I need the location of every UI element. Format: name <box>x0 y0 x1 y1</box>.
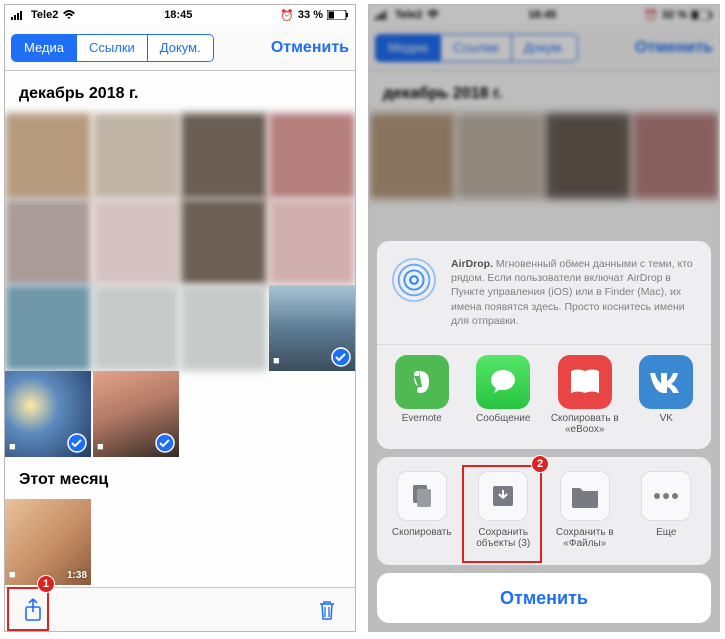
thumb-empty <box>269 371 355 457</box>
thumb[interactable] <box>5 285 91 371</box>
check-icon <box>67 433 87 453</box>
save-icon <box>478 471 528 521</box>
action-row: Скопировать Сохранить объекты (3) Сохран… <box>377 457 711 565</box>
annotation-badge-1: 1 <box>37 575 55 593</box>
signal-icon <box>11 10 27 20</box>
thumb[interactable] <box>181 113 267 199</box>
eboox-icon <box>558 355 612 409</box>
vk-icon <box>639 355 693 409</box>
share-vk[interactable]: VK <box>626 355 708 437</box>
more-icon <box>641 471 691 521</box>
share-evernote[interactable]: Evernote <box>381 355 463 437</box>
tab-links[interactable]: Ссылки <box>77 35 148 61</box>
airdrop-row[interactable]: AirDrop. Мгновенный обмен данными с теми… <box>377 241 711 344</box>
phone-right: Tele2 18:45 ⏰ 32 % Медиа Ссылки Докум. О… <box>368 4 720 632</box>
thumb[interactable] <box>5 113 91 199</box>
video-icon: ■ <box>9 569 16 581</box>
action-save-files[interactable]: Сохранить в «Файлы» <box>544 471 626 551</box>
nav-bar: Медиа Ссылки Докум. Отменить <box>5 25 355 71</box>
airdrop-icon <box>391 257 437 303</box>
share-block-apps: AirDrop. Мгновенный обмен данными с теми… <box>377 241 711 449</box>
cancel-button[interactable]: Отменить <box>259 39 349 57</box>
media-list: декабрь 2018 г. ■ <box>5 71 355 587</box>
check-icon <box>331 347 351 367</box>
video-duration: 1:38 <box>67 570 87 581</box>
thumb[interactable] <box>93 113 179 199</box>
thumb[interactable] <box>181 285 267 371</box>
action-copy[interactable]: Скопировать <box>381 471 463 551</box>
alarm-icon: ⏰ <box>280 9 294 22</box>
annotation-badge-2: 2 <box>531 455 549 473</box>
section-december: декабрь 2018 г. <box>5 71 355 113</box>
action-save-objects[interactable]: Сохранить объекты (3) <box>463 471 545 551</box>
segmented-control[interactable]: Медиа Ссылки Докум. <box>11 34 214 62</box>
thumb[interactable]: ■ <box>5 371 91 457</box>
thumb[interactable] <box>93 199 179 285</box>
share-block-actions: Скопировать Сохранить объекты (3) Сохран… <box>377 457 711 565</box>
video-icon: ■ <box>97 441 104 453</box>
status-bar: Tele2 18:45 ⏰ 33 % <box>5 5 355 25</box>
tab-media[interactable]: Медиа <box>12 35 77 61</box>
action-more[interactable]: Еще <box>626 471 708 551</box>
video-icon: ■ <box>273 355 280 367</box>
thumb[interactable] <box>269 199 355 285</box>
thumb[interactable]: ■ <box>269 285 355 371</box>
carrier-label: Tele2 <box>31 9 58 21</box>
thumb[interactable] <box>5 199 91 285</box>
battery-pct: 33 % <box>298 9 323 21</box>
wifi-icon <box>62 10 76 20</box>
battery-icon <box>327 10 349 20</box>
tab-documents[interactable]: Докум. <box>148 35 213 61</box>
evernote-icon <box>395 355 449 409</box>
thumb[interactable] <box>93 285 179 371</box>
trash-button[interactable] <box>315 598 339 622</box>
messages-icon <box>476 355 530 409</box>
folder-icon <box>560 471 610 521</box>
thumb[interactable]: ■ 1:38 <box>5 499 91 585</box>
status-time: 18:45 <box>164 9 192 21</box>
copy-icon <box>397 471 447 521</box>
toolbar <box>5 587 355 631</box>
thumb-empty <box>181 371 267 457</box>
airdrop-text: AirDrop. Мгновенный обмен данными с теми… <box>451 257 697 328</box>
share-eboox[interactable]: Скопировать в «eBoox» <box>544 355 626 437</box>
share-sheet: AirDrop. Мгновенный обмен данными с теми… <box>377 241 711 623</box>
share-button[interactable] <box>21 598 45 622</box>
thumb[interactable] <box>269 113 355 199</box>
thumb[interactable] <box>181 199 267 285</box>
thumb[interactable]: ■ <box>93 371 179 457</box>
phone-left: Tele2 18:45 ⏰ 33 % Медиа Ссылки Докум. О… <box>4 4 356 632</box>
check-icon <box>155 433 175 453</box>
section-this-month: Этот месяц <box>5 457 355 499</box>
share-apps-row: Evernote Сообщение Скопировать в «eBoox» <box>377 344 711 449</box>
share-cancel-button[interactable]: Отменить <box>377 573 711 623</box>
share-messages[interactable]: Сообщение <box>463 355 545 437</box>
video-icon: ■ <box>9 441 16 453</box>
